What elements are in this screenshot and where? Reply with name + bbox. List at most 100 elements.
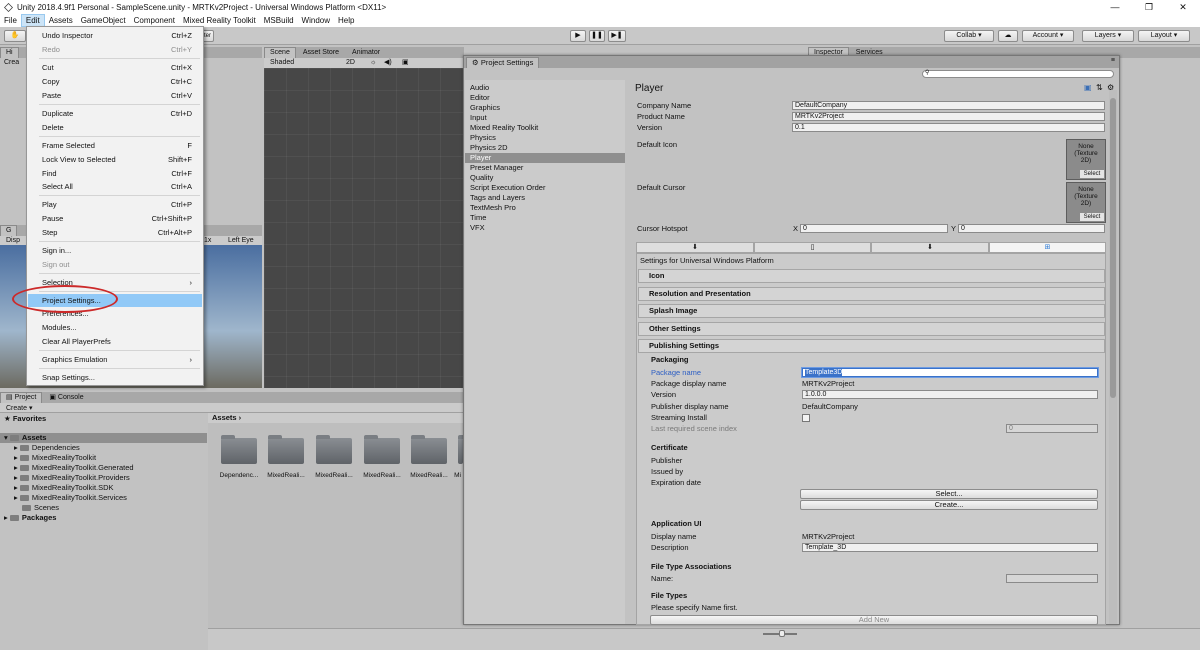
folder-icon[interactable] <box>316 435 352 464</box>
layers-dropdown[interactable]: Layers ▾ <box>1082 30 1134 42</box>
category-preset-manager[interactable]: Preset Manager <box>465 163 625 173</box>
menu-item-graphics-emulation[interactable]: Graphics Emulation › <box>28 353 202 366</box>
pause-button[interactable]: ❚❚ <box>589 30 605 42</box>
hierarchy-create[interactable]: Crea <box>4 59 19 66</box>
menu-item-frame-selected[interactable]: Frame Selected F <box>28 139 202 152</box>
folder-icon[interactable] <box>268 435 304 464</box>
window-menu-icon[interactable]: ≡ <box>1111 57 1115 64</box>
menu-help[interactable]: Help <box>334 14 358 27</box>
play-button[interactable]: ▶ <box>570 30 586 42</box>
menu-msbuild[interactable]: MSBuild <box>260 14 298 27</box>
light-icon[interactable]: ☼ <box>370 58 376 68</box>
menu-item-lock-view[interactable]: Lock View to Selected Shift+F <box>28 153 202 166</box>
category-player[interactable]: Player <box>465 153 625 163</box>
tab-asset-store[interactable]: Asset Store <box>296 47 346 58</box>
tree-item[interactable]: ▸ MixedRealityToolkit.Services <box>0 493 207 503</box>
fx-icon[interactable]: ▣ <box>402 58 409 68</box>
hand-tool-icon[interactable]: ✋ <box>4 30 26 42</box>
platform-tab-ios[interactable]: ▯ <box>754 242 871 253</box>
hotspot-y-field[interactable]: 0 <box>958 224 1105 233</box>
menu-item-modules[interactable]: Modules... <box>28 321 202 334</box>
menu-item-sign-in[interactable]: Sign in... <box>28 244 202 257</box>
scrollbar-thumb[interactable] <box>1110 98 1116 398</box>
menu-file[interactable]: File <box>0 14 21 27</box>
category-physics-2d[interactable]: Physics 2D <box>465 143 625 153</box>
cursor-select-button[interactable]: Select <box>1080 213 1104 221</box>
menu-item-redo[interactable]: Redo Ctrl+Y <box>28 43 202 56</box>
menu-window[interactable]: Window <box>298 14 334 27</box>
assets-breadcrumb[interactable]: Assets › <box>208 413 463 423</box>
shading-dropdown[interactable]: Shaded <box>270 58 294 68</box>
help-book-icon[interactable]: ▣ <box>1084 83 1092 92</box>
slider-handle[interactable] <box>779 630 785 637</box>
tree-item[interactable]: ▸ MixedRealityToolkit.SDK <box>0 483 207 493</box>
menu-item-clear-playerprefs[interactable]: Clear All PlayerPrefs <box>28 335 202 348</box>
assets-root-row[interactable]: ▾ Assets <box>0 433 207 443</box>
menu-item-delete[interactable]: Delete <box>28 121 202 134</box>
platform-tab-android[interactable]: ⬇ <box>871 242 989 253</box>
settings-search-input[interactable]: ⚲ <box>922 70 1114 78</box>
minimize-icon[interactable]: — <box>1098 0 1132 14</box>
category-input[interactable]: Input <box>465 113 625 123</box>
platform-tab-standalone[interactable]: ⬇ <box>636 242 754 253</box>
close-icon[interactable]: ✕ <box>1166 0 1200 14</box>
menu-item-play[interactable]: Play Ctrl+P <box>28 198 202 211</box>
certificate-create-button[interactable]: Create... <box>800 500 1098 510</box>
hotspot-x-field[interactable]: 0 <box>800 224 948 233</box>
tree-item[interactable]: ▸ Dependencies <box>0 443 207 453</box>
display-dropdown[interactable]: Disp <box>6 236 20 245</box>
menu-item-undo[interactable]: Undo Inspector Ctrl+Z <box>28 29 202 42</box>
audio-icon[interactable]: ◀) <box>384 58 392 68</box>
cloud-icon[interactable]: ☁ <box>998 30 1018 42</box>
version-field[interactable]: 0.1 <box>792 123 1105 132</box>
scene-view[interactable] <box>264 68 464 388</box>
description-field[interactable]: Template_3D <box>802 543 1098 552</box>
foldout-icon[interactable]: Icon <box>638 269 1105 283</box>
streaming-install-checkbox[interactable] <box>802 414 810 422</box>
collab-button[interactable]: Collab ▾ <box>944 30 994 42</box>
company-name-field[interactable]: DefaultCompany <box>792 101 1105 110</box>
category-time[interactable]: Time <box>465 213 625 223</box>
tab-animator[interactable]: Animator <box>346 47 387 58</box>
category-audio[interactable]: Audio <box>465 83 625 93</box>
category-textmesh-pro[interactable]: TextMesh Pro <box>465 203 625 213</box>
default-cursor-slot[interactable]: None (Texture 2D) Select <box>1066 182 1106 223</box>
menu-item-cut[interactable]: Cut Ctrl+X <box>28 61 202 74</box>
menu-item-find[interactable]: Find Ctrl+F <box>28 167 202 180</box>
category-editor[interactable]: Editor <box>465 93 625 103</box>
eye-dropdown[interactable]: Left Eye <box>228 236 254 245</box>
menu-item-paste[interactable]: Paste Ctrl+V <box>28 89 202 102</box>
maximize-icon[interactable]: ❐ <box>1132 0 1166 14</box>
tab-game[interactable]: G <box>0 225 18 236</box>
tab-console[interactable]: ▣ Console <box>43 392 90 403</box>
package-version-field[interactable]: 1.0.0.0 <box>802 390 1098 399</box>
tab-scene[interactable]: Scene <box>264 47 296 58</box>
category-physics[interactable]: Physics <box>465 133 625 143</box>
menu-item-step[interactable]: Step Ctrl+Alt+P <box>28 226 202 239</box>
preset-icon[interactable]: ⇅ <box>1096 83 1103 92</box>
layout-dropdown[interactable]: Layout ▾ <box>1138 30 1190 42</box>
2d-toggle[interactable]: 2D <box>346 58 355 68</box>
package-name-field[interactable]: Template3D <box>801 367 1099 378</box>
add-new-button[interactable]: Add New <box>650 615 1098 625</box>
foldout-other-settings[interactable]: Other Settings <box>638 322 1105 336</box>
certificate-select-button[interactable]: Select... <box>800 489 1098 499</box>
menu-item-select-all[interactable]: Select All Ctrl+A <box>28 180 202 193</box>
foldout-resolution[interactable]: Resolution and Presentation <box>638 287 1105 301</box>
fta-name-field[interactable] <box>1006 574 1098 583</box>
tab-hierarchy[interactable]: Hi <box>0 47 19 58</box>
foldout-publishing[interactable]: Publishing Settings <box>638 339 1105 353</box>
menu-item-copy[interactable]: Copy Ctrl+C <box>28 75 202 88</box>
tab-project-settings[interactable]: ⚙ Project Settings <box>466 57 540 68</box>
category-vfx[interactable]: VFX <box>465 223 625 233</box>
tree-item[interactable]: Scenes <box>0 503 207 513</box>
product-name-field[interactable]: MRTKv2Project <box>792 112 1105 121</box>
default-icon-slot[interactable]: None (Texture 2D) Select <box>1066 139 1106 180</box>
favorites-row[interactable]: ★ Favorites <box>0 414 207 424</box>
last-scene-field[interactable]: 0 <box>1006 424 1098 433</box>
category-tags-layers[interactable]: Tags and Layers <box>465 193 625 203</box>
category-script-order[interactable]: Script Execution Order <box>465 183 625 193</box>
platform-tab-uwp[interactable]: ⊞ <box>989 242 1106 253</box>
category-graphics[interactable]: Graphics <box>465 103 625 113</box>
tree-item[interactable]: ▸ MixedRealityToolkit <box>0 453 207 463</box>
